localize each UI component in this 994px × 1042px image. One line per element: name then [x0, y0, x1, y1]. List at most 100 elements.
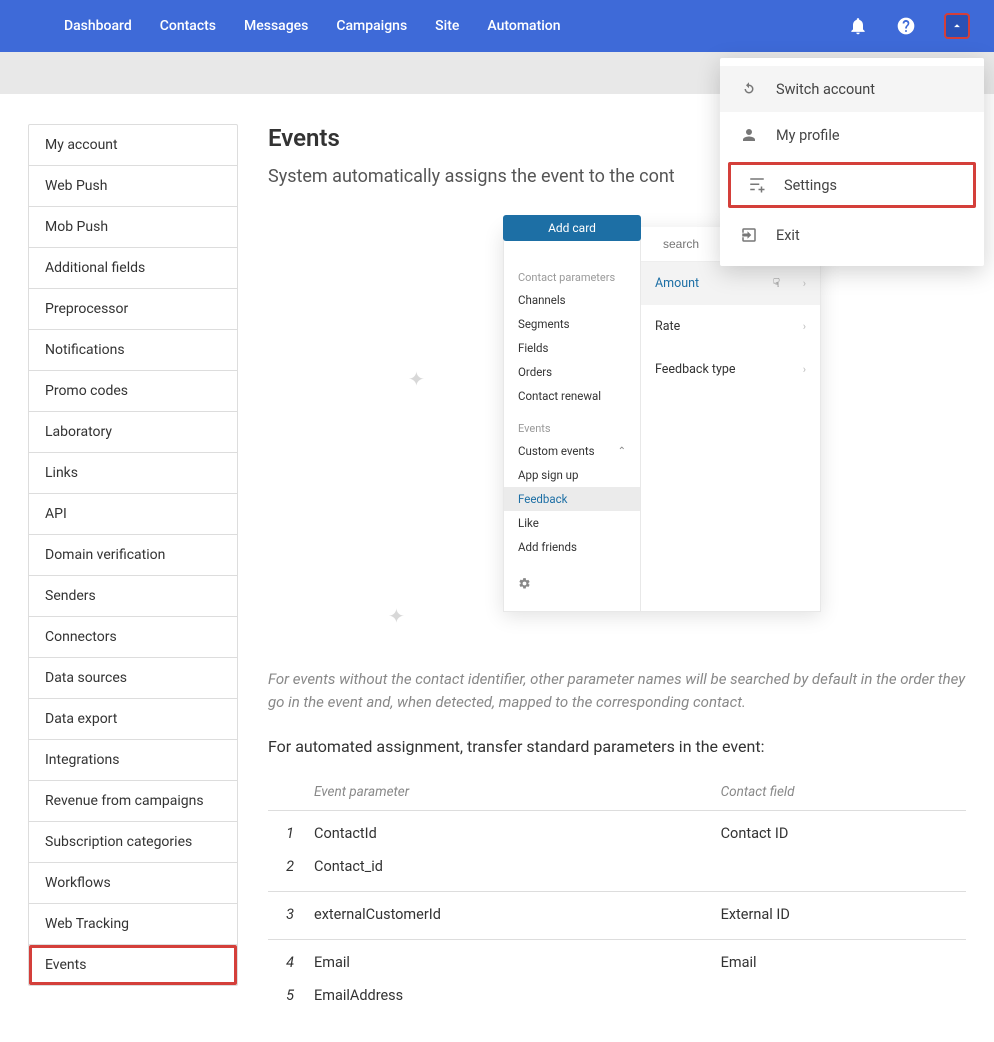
sidebar-item-web-tracking[interactable]: Web Tracking	[29, 904, 237, 945]
table-row: 4EmailEmail	[268, 940, 966, 980]
panel-item-orders[interactable]: Orders	[504, 360, 640, 384]
panel-item-feedback[interactable]: Feedback	[504, 487, 640, 511]
row-param: Email	[308, 940, 715, 980]
menu-exit-label: Exit	[776, 227, 800, 244]
chevron-up-icon: ⌃	[618, 446, 626, 457]
panel-gear[interactable]	[504, 569, 640, 601]
chevron-up-icon	[950, 19, 964, 33]
chevron-right-icon: ›	[803, 320, 806, 333]
user-menu: Switch account My profile Settings Exit	[720, 58, 984, 266]
card-area: ✦ ✦ ✦ Add card Contact parameters Channe…	[268, 217, 966, 638]
sidebar-item-integrations[interactable]: Integrations	[29, 740, 237, 781]
table-row: 3externalCustomerIdExternal ID	[268, 892, 966, 940]
row-idx: 3	[268, 892, 308, 940]
sub-heading: For automated assignment, transfer stand…	[268, 737, 966, 756]
menu-settings[interactable]: Settings	[728, 162, 976, 208]
sidebar-item-laboratory[interactable]: Laboratory	[29, 412, 237, 453]
refresh-icon	[740, 80, 758, 98]
nav-contacts[interactable]: Contacts	[160, 18, 216, 34]
row-field: Contact ID	[715, 811, 966, 851]
nav-campaigns[interactable]: Campaigns	[336, 18, 407, 34]
custom-events-item[interactable]: Custom events ⌃	[504, 439, 640, 463]
table-row: 2Contact_id	[268, 850, 966, 892]
cursor-icon: ☟	[773, 276, 780, 290]
sidebar-item-workflows[interactable]: Workflows	[29, 863, 237, 904]
panel-item-app-sign-up[interactable]: App sign up	[504, 463, 640, 487]
row-param: ContactId	[308, 811, 715, 851]
nav-messages[interactable]: Messages	[244, 18, 308, 34]
contact-params-header: Contact parameters	[504, 267, 640, 288]
table-row: 5EmailAddress	[268, 979, 966, 1012]
option-rate[interactable]: Rate›	[641, 305, 820, 348]
sidebar-item-senders[interactable]: Senders	[29, 576, 237, 617]
events-header: Events	[504, 418, 640, 439]
nav-site[interactable]: Site	[435, 18, 459, 34]
row-idx: 2	[268, 850, 308, 892]
topbar: Dashboard Contacts Messages Campaigns Si…	[0, 0, 994, 52]
sidebar-item-revenue-from-campaigns[interactable]: Revenue from campaigns	[29, 781, 237, 822]
sidebar-item-data-export[interactable]: Data export	[29, 699, 237, 740]
sidebar: My accountWeb PushMob PushAdditional fie…	[28, 124, 238, 986]
panel-item-add-friends[interactable]: Add friends	[504, 535, 640, 559]
sidebar-item-web-push[interactable]: Web Push	[29, 166, 237, 207]
topnav: Dashboard Contacts Messages Campaigns Si…	[64, 18, 561, 34]
panel-item-segments[interactable]: Segments	[504, 312, 640, 336]
panel-item-like[interactable]: Like	[504, 511, 640, 535]
row-param: EmailAddress	[308, 979, 715, 1012]
menu-exit[interactable]: Exit	[720, 212, 984, 258]
panel-item-contact-renewal[interactable]: Contact renewal	[504, 384, 640, 408]
menu-my-profile[interactable]: My profile	[720, 112, 984, 158]
sidebar-item-events[interactable]: Events	[29, 945, 237, 985]
param-table: Event parameter Contact field 1ContactId…	[268, 774, 966, 1012]
row-idx: 5	[268, 979, 308, 1012]
person-icon	[740, 126, 758, 144]
table-row: 1ContactIdContact ID	[268, 811, 966, 851]
sidebar-item-links[interactable]: Links	[29, 453, 237, 494]
popup-right-panel: Amount›☟Rate›Feedback type›	[641, 227, 821, 612]
row-idx: 4	[268, 940, 308, 980]
row-field: External ID	[715, 892, 966, 940]
row-field: Email	[715, 940, 966, 980]
sidebar-item-subscription-categories[interactable]: Subscription categories	[29, 822, 237, 863]
add-card-button[interactable]: Add card	[503, 215, 641, 241]
sidebar-item-preprocessor[interactable]: Preprocessor	[29, 289, 237, 330]
user-menu-button[interactable]	[944, 13, 970, 39]
sidebar-item-promo-codes[interactable]: Promo codes	[29, 371, 237, 412]
menu-switch-account[interactable]: Switch account	[720, 66, 984, 112]
sidebar-item-my-account[interactable]: My account	[29, 125, 237, 166]
nav-automation[interactable]: Automation	[487, 18, 560, 34]
menu-switch-label: Switch account	[776, 81, 875, 98]
panel-item-channels[interactable]: Channels	[504, 288, 640, 312]
option-amount[interactable]: Amount›☟	[641, 262, 820, 305]
menu-profile-label: My profile	[776, 127, 840, 144]
table-header-field: Contact field	[715, 774, 966, 811]
gear-icon	[518, 577, 531, 590]
note-text: For events without the contact identifie…	[268, 668, 966, 713]
table-header-param: Event parameter	[308, 774, 715, 811]
sidebar-item-notifications[interactable]: Notifications	[29, 330, 237, 371]
bell-icon[interactable]	[848, 16, 868, 36]
row-param: externalCustomerId	[308, 892, 715, 940]
topbar-right	[848, 13, 970, 39]
sidebar-item-api[interactable]: API	[29, 494, 237, 535]
sidebar-item-domain-verification[interactable]: Domain verification	[29, 535, 237, 576]
help-icon[interactable]	[896, 16, 916, 36]
sparkle-icon: ✦	[408, 367, 425, 391]
panel-item-fields[interactable]: Fields	[504, 336, 640, 360]
custom-events-label: Custom events	[518, 444, 595, 458]
sidebar-item-connectors[interactable]: Connectors	[29, 617, 237, 658]
sliders-icon	[748, 176, 766, 194]
sidebar-item-mob-push[interactable]: Mob Push	[29, 207, 237, 248]
chevron-right-icon: ›	[803, 363, 806, 376]
sidebar-item-additional-fields[interactable]: Additional fields	[29, 248, 237, 289]
sidebar-item-data-sources[interactable]: Data sources	[29, 658, 237, 699]
add-card-popup: Add card Contact parameters ChannelsSegm…	[503, 227, 821, 612]
chevron-right-icon: ›	[803, 277, 806, 290]
nav-dashboard[interactable]: Dashboard	[64, 18, 132, 34]
sparkle-icon: ✦	[388, 604, 405, 628]
menu-settings-label: Settings	[784, 177, 837, 194]
option-feedback-type[interactable]: Feedback type›	[641, 348, 820, 391]
row-field	[715, 850, 966, 892]
row-param: Contact_id	[308, 850, 715, 892]
row-idx: 1	[268, 811, 308, 851]
